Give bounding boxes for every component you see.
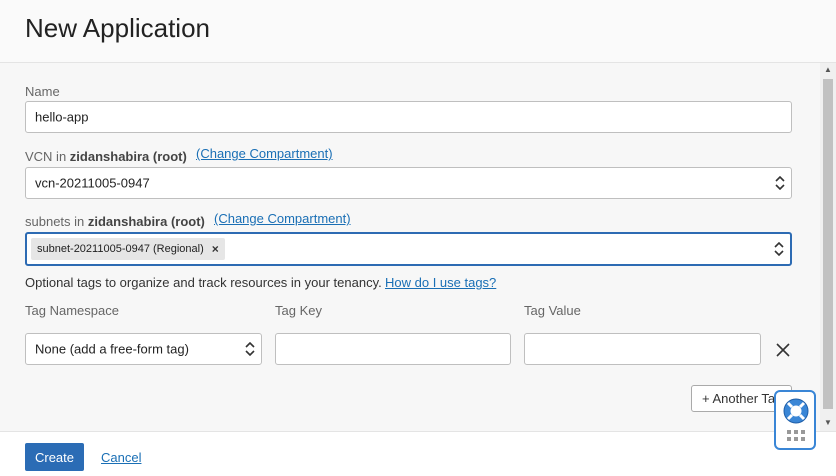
tag-value-input[interactable] <box>524 333 761 365</box>
lifebuoy-icon <box>783 398 809 424</box>
sort-chevron-icon <box>774 242 784 256</box>
dialog-header: New Application <box>0 0 836 63</box>
sort-chevron-icon <box>775 176 785 190</box>
vcn-select-value: vcn-20211005-0947 <box>35 175 150 191</box>
scrollbar[interactable]: ▲ ▼ <box>820 63 836 431</box>
vcn-label: VCN in zidanshabira (root) <box>25 149 187 164</box>
tag-key-input[interactable] <box>275 333 511 365</box>
tag-namespace-select[interactable]: None (add a free-form tag) <box>25 333 262 365</box>
name-label: Name <box>25 84 60 99</box>
scroll-up-icon[interactable]: ▲ <box>824 65 832 74</box>
vcn-label-prefix: VCN in <box>25 149 70 164</box>
scroll-thumb[interactable] <box>823 79 833 409</box>
help-widget[interactable] <box>774 390 816 450</box>
tags-description: Optional tags to organize and track reso… <box>25 275 382 290</box>
subnet-chip: subnet-20211005-0947 (Regional) × <box>31 238 225 260</box>
subnets-label-prefix: subnets in <box>25 214 88 229</box>
close-icon[interactable] <box>776 343 790 357</box>
tag-namespace-header: Tag Namespace <box>25 303 119 318</box>
tag-value-header: Tag Value <box>524 303 581 318</box>
tags-help-link[interactable]: How do I use tags? <box>385 275 496 290</box>
create-button[interactable]: Create <box>25 443 84 471</box>
subnets-compartment: zidanshabira (root) <box>87 214 205 229</box>
tag-namespace-value: None (add a free-form tag) <box>35 341 189 357</box>
name-input[interactable]: hello-app <box>25 101 792 133</box>
scroll-down-icon[interactable]: ▼ <box>824 418 832 427</box>
vcn-compartment: zidanshabira (root) <box>69 149 187 164</box>
name-input-value: hello-app <box>35 109 89 125</box>
grid-dots-icon <box>787 430 805 441</box>
form-body[interactable]: Name hello-app VCN in zidanshabira (root… <box>0 63 820 431</box>
page-title: New Application <box>25 13 210 43</box>
subnets-select[interactable]: subnet-20211005-0947 (Regional) × <box>25 232 792 266</box>
sort-chevron-icon <box>245 342 255 356</box>
subnet-chip-label: subnet-20211005-0947 (Regional) <box>37 243 204 255</box>
subnets-label: subnets in zidanshabira (root) <box>25 214 205 229</box>
vcn-change-compartment-link[interactable]: (Change Compartment) <box>196 146 333 161</box>
subnets-change-compartment-link[interactable]: (Change Compartment) <box>214 211 351 226</box>
dialog-footer: Create Cancel <box>0 431 836 476</box>
vcn-select[interactable]: vcn-20211005-0947 <box>25 167 792 199</box>
cancel-link[interactable]: Cancel <box>101 450 141 465</box>
subnet-chip-remove-icon[interactable]: × <box>212 242 219 256</box>
tag-key-header: Tag Key <box>275 303 322 318</box>
